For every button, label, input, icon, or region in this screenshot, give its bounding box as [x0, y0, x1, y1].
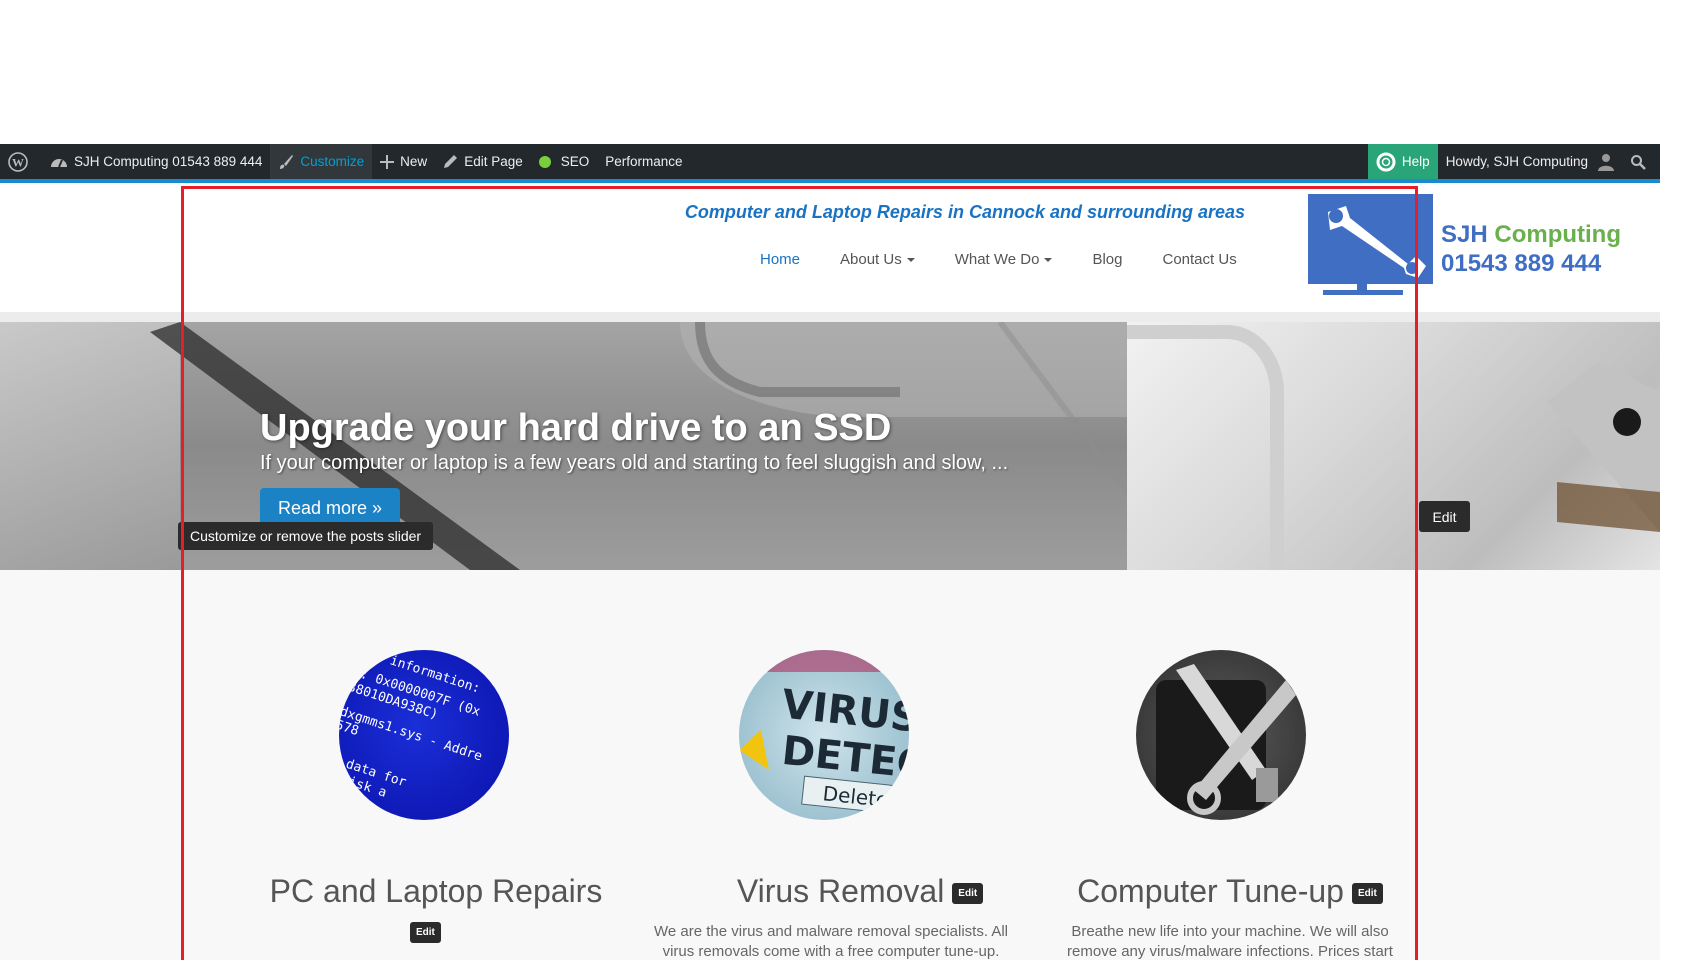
slide-excerpt: If your computer or laptop is a few year… [260, 452, 1009, 474]
brand-name-sjh: SJH [1441, 221, 1488, 248]
seo-menu[interactable]: SEO [531, 144, 598, 179]
dashboard-icon [51, 158, 67, 167]
svg-text:W: W [12, 155, 24, 169]
account-menu[interactable]: Howdy, SJH Computing [1438, 144, 1622, 179]
service-title-pc-repairs[interactable]: PC and Laptop Repairs [256, 873, 616, 910]
nav-blog[interactable]: Blog [1092, 251, 1122, 268]
seo-label: SEO [560, 154, 590, 169]
service-title-label: Virus Removal [736, 873, 945, 909]
slider-customize-tooltip[interactable]: Customize or remove the posts slider [178, 522, 434, 550]
virus-detected-image: VIRUS DETEC Delete [739, 650, 909, 815]
virus-removal-image[interactable]: VIRUS DETEC Delete [739, 650, 909, 820]
plus-icon [380, 154, 395, 169]
performance-menu[interactable]: Performance [597, 144, 690, 179]
service-title-virus-removal[interactable]: Virus Removal Edit [650, 873, 1070, 910]
tools-image [1156, 664, 1296, 815]
brand-text[interactable]: SJH Computing 01543 889 444 [1441, 220, 1621, 278]
help-button[interactable]: Help [1367, 144, 1438, 179]
brand-phone: 01543 889 444 [1441, 250, 1602, 277]
performance-label: Performance [605, 154, 683, 169]
slider-image-right [1127, 322, 1660, 570]
user-avatar-icon [1598, 153, 1614, 171]
edit-page-link[interactable]: Edit Page [435, 144, 531, 179]
admin-bar-accent [0, 179, 1660, 183]
site-name-menu[interactable]: SJH Computing 01543 889 444 [42, 144, 270, 179]
customize-link[interactable]: Customize [270, 144, 373, 179]
nav-contact-us[interactable]: Contact Us [1163, 251, 1237, 268]
howdy-label: Howdy, SJH Computing [1445, 154, 1588, 169]
paintbrush-icon [280, 154, 294, 169]
slider-edit-button[interactable]: Edit [1419, 501, 1470, 532]
lifebuoy-icon [1376, 152, 1396, 171]
nav-about-us-label: About Us [840, 251, 902, 268]
seo-status-icon [538, 155, 551, 168]
nav-what-we-do[interactable]: What We Do [955, 251, 1053, 268]
main-nav: Home About Us What We Do Blog Contact Us [760, 251, 1277, 268]
brand-name-computing: Computing [1494, 221, 1621, 248]
wordpress-logo-menu[interactable]: W [0, 144, 42, 179]
bsod-image: information: p: 0x0000007F (0x 88010DA93… [339, 653, 484, 800]
edit-page-label: Edit Page [464, 154, 523, 169]
service-desc-virus-removal: We are the virus and malware removal spe… [653, 923, 1009, 960]
header-separator [0, 312, 1660, 322]
ssd-corner-image [1127, 325, 1660, 570]
nav-about-us[interactable]: About Us [840, 251, 915, 268]
nav-home[interactable]: Home [760, 251, 800, 268]
tune-up-image[interactable] [1136, 650, 1306, 820]
service-edit-tune-up[interactable]: Edit [1351, 883, 1383, 905]
chevron-down-icon [906, 258, 915, 263]
service-edit-virus-removal[interactable]: Edit [952, 883, 984, 905]
service-title-tune-up[interactable]: Computer Tune-up Edit [1030, 873, 1430, 910]
site-name-label: SJH Computing 01543 889 444 [74, 154, 263, 169]
edit-label: Edit [410, 922, 441, 943]
service-edit-pc-repairs[interactable]: Edit [410, 922, 441, 943]
customize-label: Customize [300, 154, 365, 169]
new-content-menu[interactable]: New [372, 144, 435, 179]
search-icon [1631, 154, 1646, 170]
monitor-base [1323, 290, 1403, 295]
new-label: New [400, 154, 428, 169]
site-tagline: Computer and Laptop Repairs in Cannock a… [684, 202, 1245, 222]
wordpress-icon: W [8, 151, 28, 172]
admin-search-button[interactable] [1622, 144, 1660, 179]
service-title-label: Computer Tune-up [1077, 873, 1344, 909]
service-desc-tune-up: Breathe new life into your machine. We w… [1067, 923, 1393, 960]
pencil-icon [444, 155, 458, 168]
admin-bar: W SJH Computing 01543 889 444 Customize … [0, 144, 1660, 179]
monitor-wrench-icon [1308, 194, 1433, 284]
service-title-label: PC and Laptop Repairs [269, 873, 603, 909]
slide-title[interactable]: Upgrade your hard drive to an SSD [260, 407, 891, 450]
chevron-down-icon [1044, 258, 1053, 263]
nav-what-we-do-label: What We Do [954, 251, 1040, 268]
pc-repairs-image[interactable]: information: p: 0x0000007F (0x 88010DA93… [339, 650, 509, 820]
help-label: Help [1401, 154, 1430, 169]
